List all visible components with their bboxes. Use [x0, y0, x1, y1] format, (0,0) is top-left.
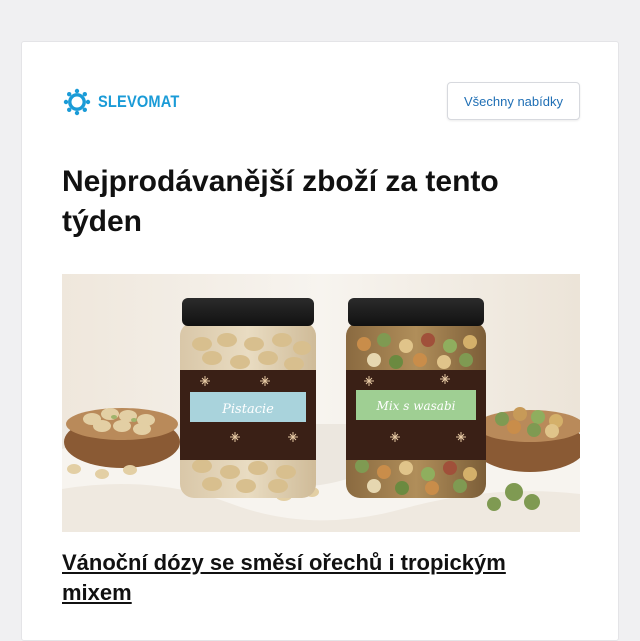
- product-image[interactable]: Pistacie Mix s wasabi: [62, 274, 580, 532]
- jar-label-mix-s-wasabi: Mix s wasabi: [376, 399, 456, 413]
- all-offers-button[interactable]: Všechny nabídky: [446, 82, 580, 120]
- slevomat-logo[interactable]: SLEVOMAT: [62, 87, 193, 117]
- jar-label-pistacie: Pistacie: [221, 402, 274, 417]
- logo-wordmark: SLEVOMAT: [98, 92, 180, 111]
- product-title-link[interactable]: Vánoční dózy se směsí ořechů i tropickým…: [62, 548, 580, 608]
- page-title: Nejprodávanější zboží za tento týden: [62, 165, 499, 238]
- email-card: SLEVOMAT Všechny nabídky Nejprodávanější…: [21, 41, 619, 641]
- header: SLEVOMAT Všechny nabídky: [62, 82, 580, 122]
- gear-icon: [63, 88, 91, 116]
